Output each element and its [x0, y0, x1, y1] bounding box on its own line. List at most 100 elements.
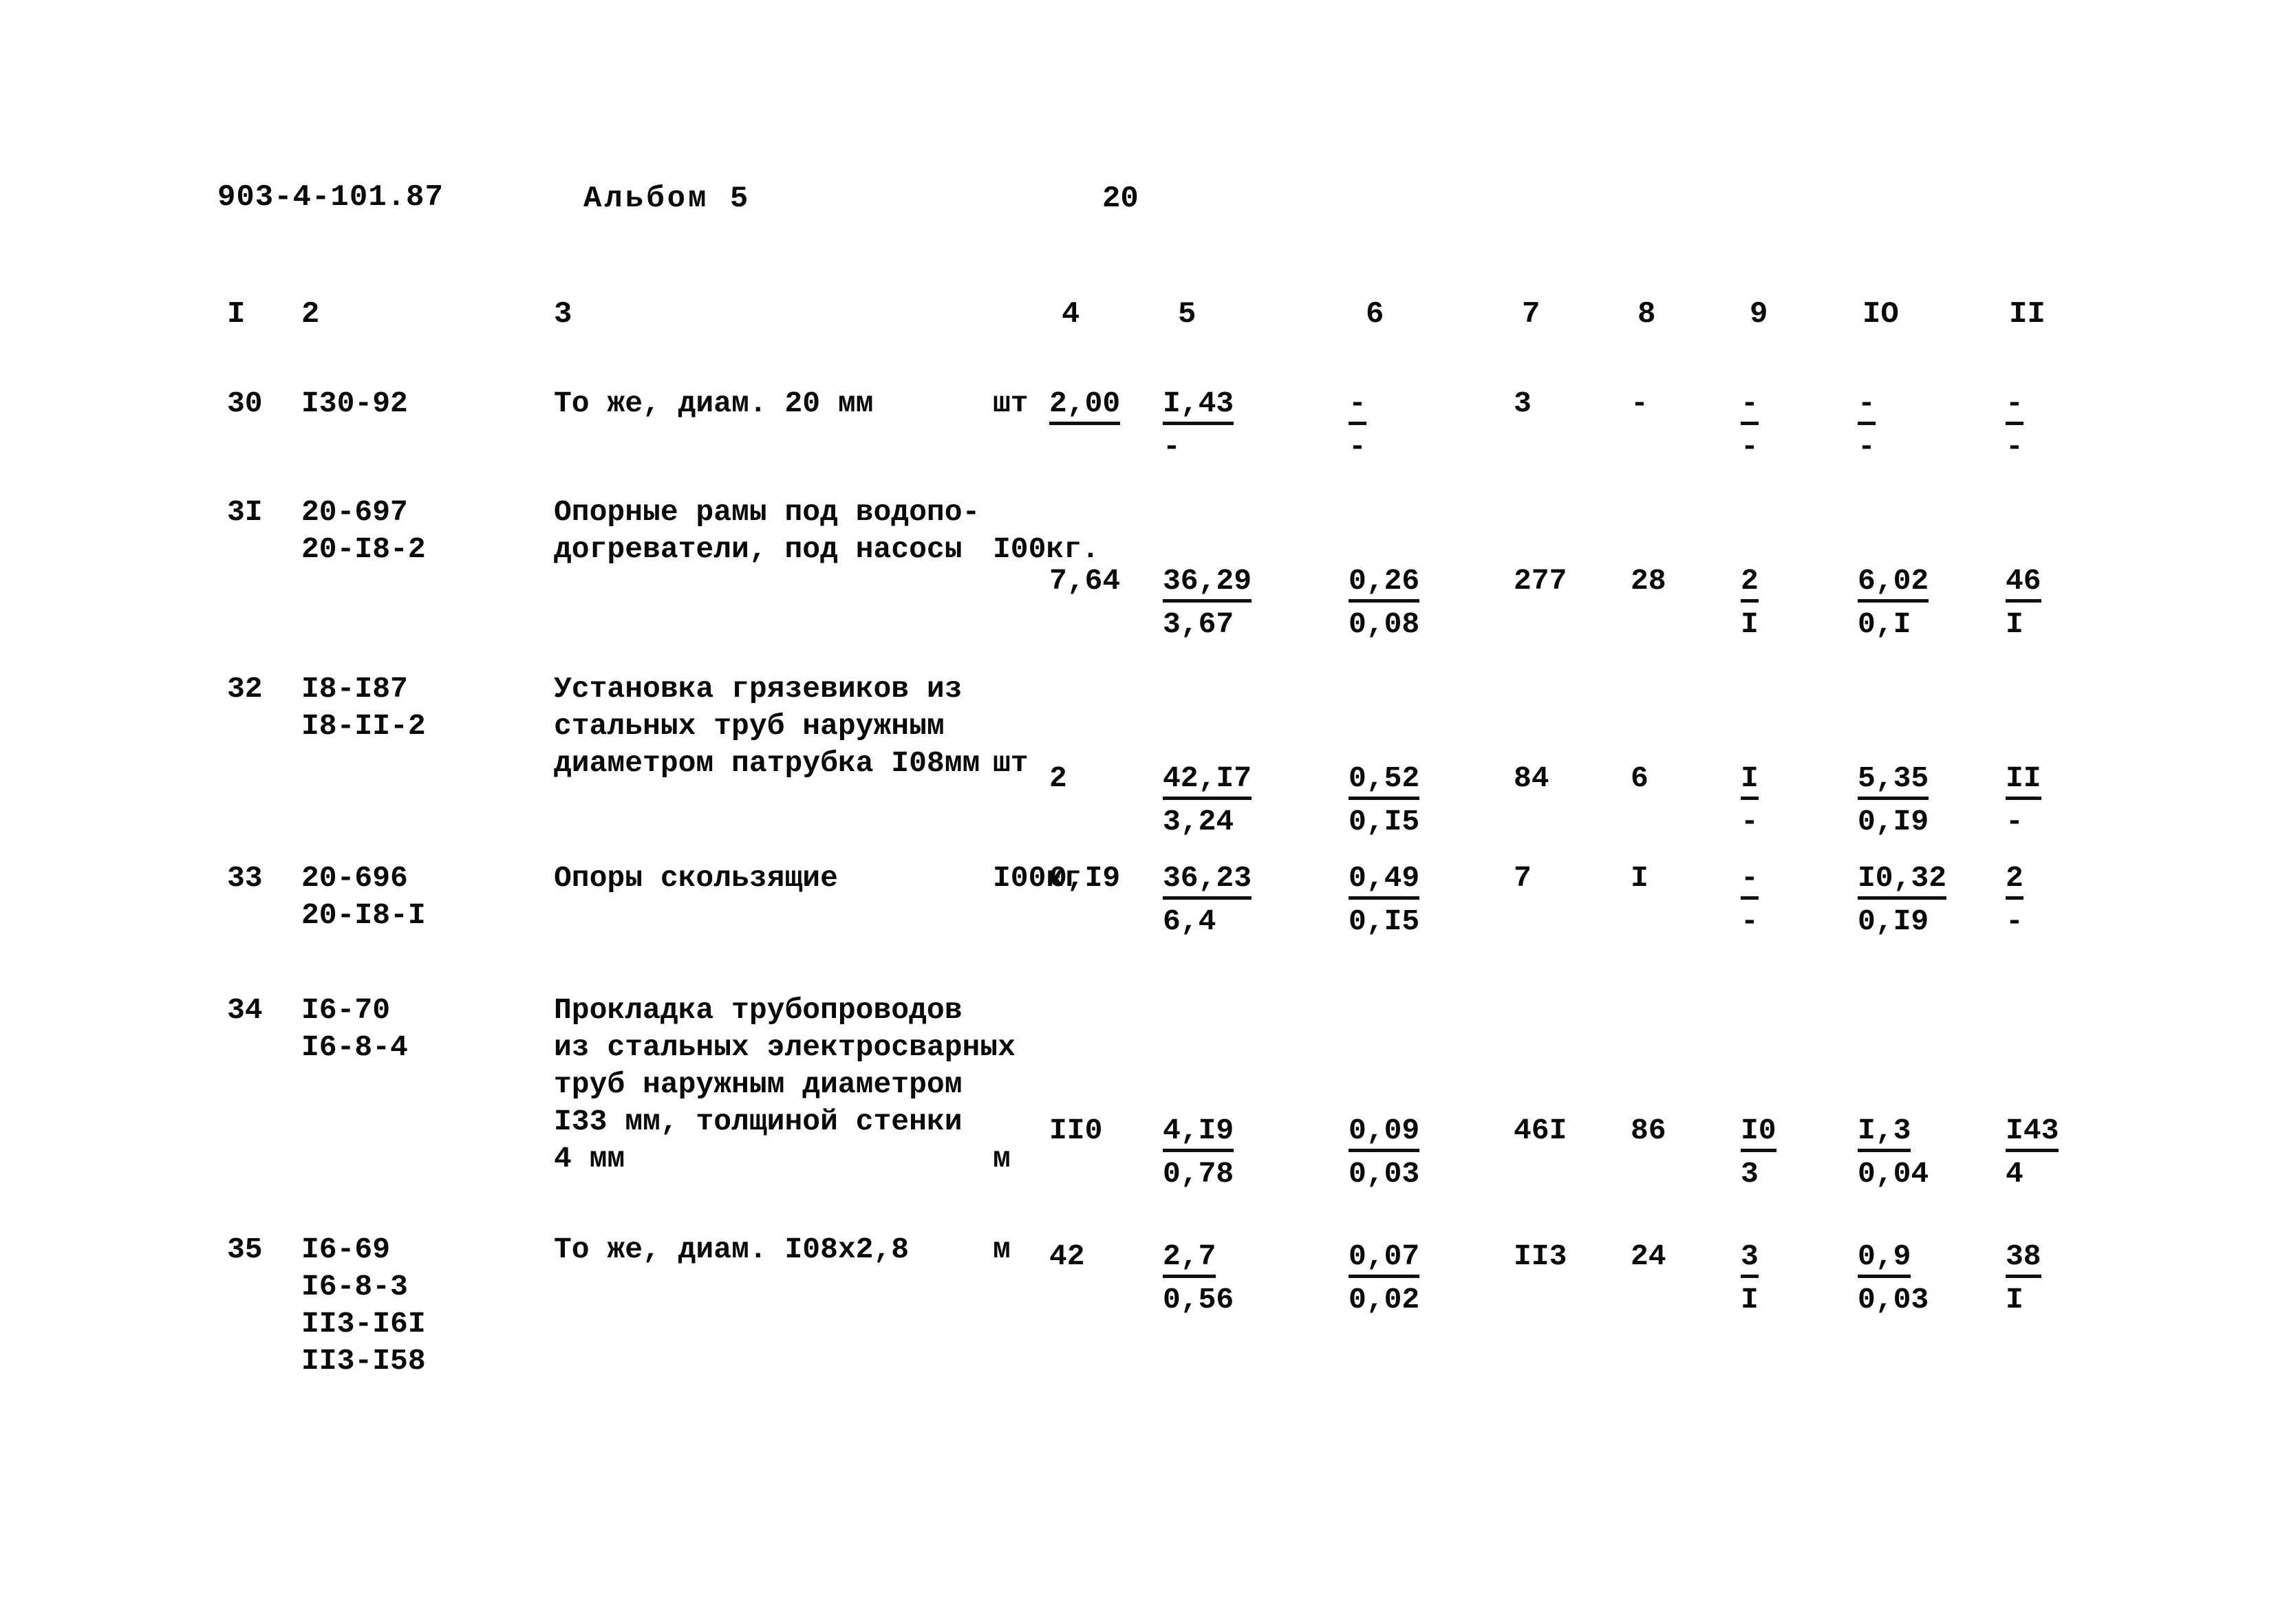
norm-code: I6-69: [301, 1233, 391, 1266]
description-line: То же, диам. I08х2,8: [554, 1233, 910, 1266]
col5-value-denominator: 3,24: [1163, 805, 1234, 838]
col10-value-denominator: 0,I: [1858, 607, 1911, 641]
norm-code: II3-I58: [301, 1344, 426, 1378]
col5-value: 42,I7 3,24: [1163, 760, 1287, 841]
norm-code: I30-92: [301, 387, 408, 420]
col9-value-numerator: -: [1741, 387, 1759, 425]
col6-value: 0,26 0,08: [1349, 563, 1472, 644]
col11-value: --: [2006, 385, 2129, 466]
norm-code-group: I8-I87 I8-II-2: [301, 671, 508, 745]
col8-value: 28: [1631, 564, 1666, 598]
col6-value-denominator: 0,03: [1349, 1157, 1420, 1191]
col11-value-numerator: 38: [2006, 1239, 2041, 1278]
col6-value-denominator: -: [1349, 430, 1366, 464]
col9-value: 2I: [1741, 563, 1837, 644]
column-header-8: 8: [1638, 297, 1656, 332]
col5-value: 36,23 6,4: [1163, 860, 1287, 941]
col9-value-numerator: I0: [1741, 1114, 1776, 1152]
work-description: Установка грязевиков из стальных труб нар…: [554, 671, 1022, 782]
norm-code: I6-8-3: [301, 1270, 408, 1303]
col5-value-denominator: 0,78: [1163, 1157, 1234, 1191]
col9-value: I0 3: [1741, 1112, 1837, 1193]
row-number: 30: [227, 387, 263, 420]
album-label: Альбом 5: [583, 182, 751, 216]
row-number: 3I: [227, 495, 263, 529]
norm-code: 20-696: [301, 861, 408, 895]
page-number: 20: [1102, 182, 1139, 216]
page-header: 903-4-101.87 Альбом 5 20: [0, 180, 2276, 228]
col11-value: II -: [2006, 760, 2129, 841]
col5-value-numerator: 2,7: [1163, 1239, 1216, 1278]
norm-code: 20-I8-2: [301, 532, 426, 566]
col5-value-denominator: 3,67: [1163, 607, 1234, 641]
col11-value-numerator: 46: [2006, 564, 2041, 603]
col10-value: I,3 0,04: [1858, 1112, 2002, 1193]
col11-value-numerator: 2: [2006, 861, 2023, 900]
col9-value: I-: [1741, 760, 1837, 841]
norm-code-group: 20-697 20-I8-2: [301, 494, 508, 568]
norm-code-group: I6-69 I6-8-3 II3-I6I II3-I58: [301, 1231, 508, 1380]
column-header-11: II: [2009, 297, 2046, 332]
col5-value: 36,29 3,67: [1163, 563, 1287, 644]
col10-value-numerator: 6,02: [1858, 564, 1929, 603]
col11-value-denominator: 4: [2006, 1157, 2023, 1191]
col11-value-numerator: -: [2006, 387, 2023, 425]
col8-value: 6: [1631, 761, 1649, 795]
col6-value-numerator: 0,07: [1349, 1239, 1420, 1278]
column-header-7: 7: [1522, 297, 1540, 332]
work-description: Прокладка трубопроводов из стальных элект…: [554, 992, 1022, 1178]
description-line: догреватели, под насосы: [554, 532, 963, 566]
col9-value-denominator: -: [1741, 905, 1759, 938]
col4-quantity-denominator: [1049, 425, 1152, 428]
col10-value-numerator: 0,9: [1858, 1239, 1911, 1278]
col5-value-numerator: 4,I9: [1163, 1114, 1234, 1152]
col10-value-numerator: I0,32: [1858, 861, 1947, 900]
col9-value-numerator: I: [1741, 761, 1759, 800]
norm-code-group: I6-70 I6-8-4: [301, 992, 508, 1066]
col7-value: 84: [1514, 761, 1549, 795]
col10-value-denominator: -: [1858, 430, 1876, 464]
work-description: Опоры скользящие: [554, 860, 1022, 897]
col7-value: 3: [1514, 387, 1532, 420]
col7-value: 46I: [1514, 1114, 1567, 1147]
col8-value: -: [1631, 387, 1649, 420]
col11-value-denominator: I: [2006, 1283, 2023, 1317]
col9-value-denominator: I: [1741, 607, 1759, 641]
norm-code: 20-I8-I: [301, 898, 426, 932]
col5-value-numerator: 36,23: [1163, 861, 1252, 900]
col4-quantity-numerator: 2,00: [1049, 387, 1121, 425]
col4-quantity: II0: [1049, 1114, 1103, 1147]
col11-value-denominator: I: [2006, 607, 2023, 641]
column-header-6: 6: [1366, 297, 1384, 332]
norm-code: I6-8-4: [301, 1030, 408, 1064]
col10-value: --: [1858, 385, 2002, 466]
col9-value-numerator: -: [1741, 861, 1759, 900]
col10-value: 6,02 0,I: [1858, 563, 2002, 644]
col6-value: 0,07 0,02: [1349, 1238, 1472, 1319]
col4-quantity: 2: [1049, 761, 1067, 795]
column-header-5: 5: [1178, 297, 1196, 332]
norm-code: II3-I6I: [301, 1307, 426, 1341]
col7-value: 277: [1514, 564, 1567, 598]
col10-value-denominator: 0,04: [1858, 1157, 1929, 1191]
col10-value-denominator: 0,I9: [1858, 805, 1929, 838]
col5-value-numerator: I,43: [1163, 387, 1234, 425]
col10-value-numerator: -: [1858, 387, 1876, 425]
col6-value-numerator: 0,49: [1349, 861, 1420, 900]
description-line: Опоры скользящие: [554, 861, 838, 895]
col5-value-denominator: 0,56: [1163, 1283, 1234, 1317]
description-line: То же, диам. 20 мм: [554, 387, 874, 420]
col5-value-numerator: 42,I7: [1163, 761, 1252, 800]
row-number: 35: [227, 1233, 263, 1266]
col6-value-numerator: 0,26: [1349, 564, 1420, 603]
description-line: Установка грязевиков из: [554, 672, 963, 706]
col11-value-denominator: -: [2006, 430, 2023, 464]
col11-value: 46 I: [2006, 563, 2129, 644]
col4-quantity: 2,00: [1049, 385, 1152, 428]
col5-value-denominator: 6,4: [1163, 905, 1216, 938]
col6-value-numerator: 0,09: [1349, 1114, 1420, 1152]
col5-value-denominator: -: [1163, 430, 1181, 464]
row-number: 33: [227, 861, 263, 895]
description-line: 4 мм: [554, 1142, 625, 1176]
row-number: 32: [227, 672, 263, 706]
